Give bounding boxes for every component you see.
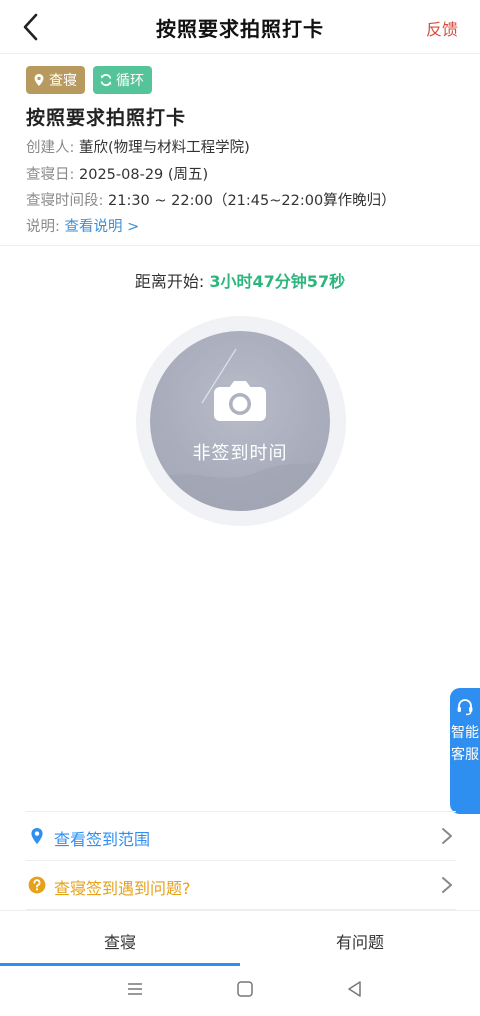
creator-label: 创建人: (26, 140, 75, 156)
tag-cycle: 循环 (93, 66, 152, 94)
description-row: 说明: 查看说明 > (26, 215, 139, 236)
task-info-section: 查寝 循环 按照要求拍照打卡 创建人: 董欣(物理与材料工程学院) 查寝日: 2… (0, 54, 480, 246)
bottom-tab-bar: 查寝 有问题 (0, 910, 480, 966)
refresh-icon (100, 74, 112, 86)
top-bar: 按照要求拍照打卡 反馈 (0, 0, 480, 54)
question-circle-icon (28, 876, 46, 894)
countdown: 距离开始: 3小时47分钟57秒 (0, 268, 480, 292)
view-checkin-range-row[interactable]: 查看签到范围 (26, 811, 456, 861)
description-label: 说明: (26, 219, 60, 235)
chevron-right-icon (442, 877, 452, 893)
date-value: 2025-08-29 (周五) (79, 167, 209, 183)
tab-have-problem[interactable]: 有问题 (240, 929, 480, 953)
time-row: 查寝时间段: 21:30 ~ 22:00（21:45~22:00算作晚归） (26, 189, 396, 210)
view-checkin-range-label: 查看签到范围 (54, 830, 151, 849)
tag-list: 查寝 循环 (26, 66, 152, 94)
time-label: 查寝时间段: (26, 193, 104, 209)
system-nav-bar (0, 966, 480, 1016)
creator-value: 董欣(物理与材料工程学院) (79, 140, 250, 156)
location-pin-icon (34, 74, 44, 86)
smart-service-tab[interactable]: 智能客服 (450, 688, 480, 814)
page-title: 按照要求拍照打卡 (156, 17, 324, 41)
checkin-problem-label: 查寝签到遇到问题? (54, 879, 191, 898)
countdown-label: 距离开始: (134, 272, 205, 291)
countdown-value: 3小时47分钟57秒 (209, 272, 346, 291)
smart-service-label: 智能客服 (451, 725, 479, 763)
creator-row: 创建人: 董欣(物理与材料工程学院) (26, 136, 250, 157)
home-icon[interactable] (235, 979, 255, 999)
view-description-link[interactable]: 查看说明 > (65, 219, 140, 235)
checkin-button[interactable]: 非签到时间 (150, 331, 330, 511)
headset-icon (457, 699, 473, 716)
checkin-problem-row[interactable]: 查寝签到遇到问题? (26, 860, 456, 910)
date-row: 查寝日: 2025-08-29 (周五) (26, 163, 208, 184)
menu-icon[interactable] (125, 979, 145, 999)
tag-label: 查寝 (49, 73, 77, 89)
tag-inspection: 查寝 (26, 66, 85, 94)
camera-icon (214, 381, 266, 421)
tag-label: 循环 (116, 73, 144, 89)
location-pin-icon (31, 828, 43, 844)
feedback-button[interactable]: 反馈 (426, 16, 458, 40)
back-triangle-icon[interactable] (345, 979, 365, 999)
tab-inspection[interactable]: 查寝 (0, 929, 240, 953)
task-title: 按照要求拍照打卡 (26, 107, 187, 129)
chevron-right-icon (442, 828, 452, 844)
date-label: 查寝日: (26, 167, 75, 183)
time-value: 21:30 ~ 22:00（21:45~22:00算作晚归） (108, 193, 396, 209)
checkin-status-text: 非签到时间 (192, 443, 288, 464)
